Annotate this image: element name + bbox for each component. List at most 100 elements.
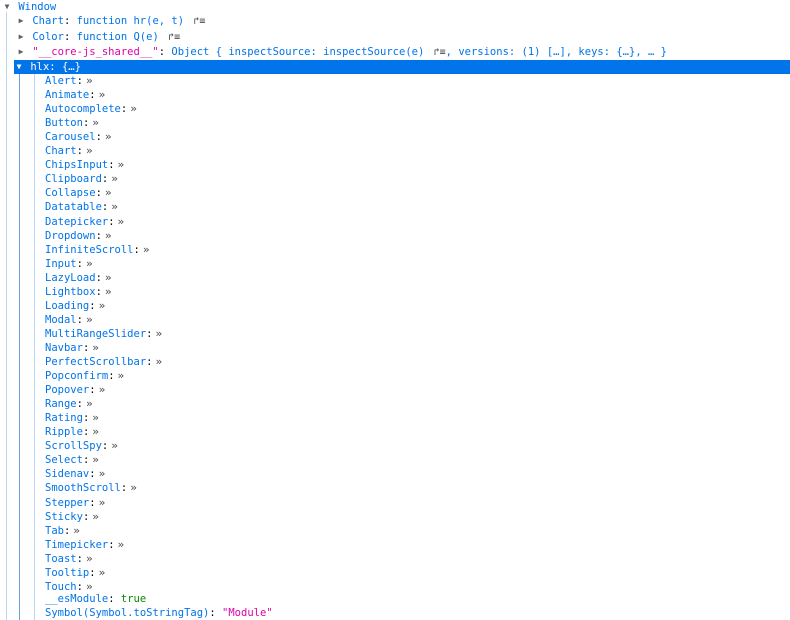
expanded-arrow-icon[interactable]: ▼ bbox=[14, 60, 24, 74]
jump-to-definition-icon[interactable]: ↱≡ bbox=[434, 46, 446, 60]
invoke-getter-icon[interactable]: » bbox=[99, 299, 105, 313]
tree-row-child[interactable]: ScrollSpy:» bbox=[45, 439, 118, 453]
invoke-getter-icon[interactable]: » bbox=[92, 116, 98, 130]
invoke-getter-icon[interactable]: » bbox=[86, 144, 92, 158]
property-value: true bbox=[120, 593, 147, 605]
tree-row-child[interactable]: Toast:» bbox=[45, 552, 92, 566]
invoke-getter-icon[interactable]: » bbox=[99, 383, 105, 397]
invoke-getter-icon[interactable]: » bbox=[86, 552, 92, 566]
tree-row-child[interactable]: Ripple:» bbox=[45, 425, 99, 439]
invoke-getter-icon[interactable]: » bbox=[92, 425, 98, 439]
tree-row-child[interactable]: Button:» bbox=[45, 116, 99, 130]
invoke-getter-icon[interactable]: » bbox=[105, 130, 111, 144]
invoke-getter-icon[interactable]: » bbox=[86, 313, 92, 327]
tree-row-child[interactable]: Dropdown:» bbox=[45, 229, 111, 243]
tree-row-child[interactable]: Stepper:» bbox=[45, 496, 105, 510]
invoke-getter-icon[interactable]: » bbox=[86, 397, 92, 411]
invoke-getter-icon[interactable]: » bbox=[86, 257, 92, 271]
separator: : bbox=[108, 215, 115, 228]
tree-row-child[interactable]: Select:» bbox=[45, 453, 99, 467]
property-key: Sidenav bbox=[45, 468, 90, 481]
invoke-getter-icon[interactable]: » bbox=[130, 102, 136, 116]
separator: : bbox=[76, 145, 83, 158]
invoke-getter-icon[interactable]: » bbox=[111, 439, 117, 453]
tree-row-child[interactable]: Alert:» bbox=[45, 74, 92, 88]
tree-row-child[interactable]: Tab:» bbox=[45, 524, 80, 538]
invoke-getter-icon[interactable]: » bbox=[105, 285, 111, 299]
invoke-getter-icon[interactable]: » bbox=[92, 510, 98, 524]
separator: : bbox=[133, 243, 140, 256]
tree-row-child[interactable]: Navbar:» bbox=[45, 341, 99, 355]
tree-row-child[interactable]: Loading:» bbox=[45, 299, 105, 313]
separator: : bbox=[76, 75, 83, 87]
tree-row-child[interactable]: Collapse:» bbox=[45, 186, 111, 200]
invoke-getter-icon[interactable]: » bbox=[130, 481, 136, 495]
invoke-getter-icon[interactable]: » bbox=[155, 355, 161, 369]
tree-row-child[interactable]: Carousel:» bbox=[45, 130, 111, 144]
tree-row-child[interactable]: Popover:» bbox=[45, 383, 105, 397]
tree-row-child[interactable]: MultiRangeSlider:» bbox=[45, 327, 162, 341]
tree-row-core-js-shared[interactable]: ▶ "__core-js_shared__": Object { inspect… bbox=[16, 45, 667, 59]
invoke-getter-icon[interactable]: » bbox=[143, 243, 149, 257]
tree-row-child[interactable]: Sidenav:» bbox=[45, 467, 105, 481]
invoke-getter-icon[interactable]: » bbox=[73, 524, 79, 538]
invoke-getter-icon[interactable]: » bbox=[86, 74, 92, 88]
tree-row-child[interactable]: Input:» bbox=[45, 257, 92, 271]
invoke-getter-icon[interactable]: » bbox=[92, 341, 98, 355]
invoke-getter-icon[interactable]: » bbox=[99, 496, 105, 510]
property-key: Dropdown bbox=[45, 229, 96, 242]
invoke-getter-icon[interactable]: » bbox=[99, 566, 105, 580]
invoke-getter-icon[interactable]: » bbox=[92, 453, 98, 467]
property-key: Select bbox=[45, 454, 83, 467]
tree-row-child[interactable]: Animate:» bbox=[45, 88, 105, 102]
invoke-getter-icon[interactable]: » bbox=[92, 411, 98, 425]
tree-row-symbol-tostringtag[interactable]: Symbol(Symbol.toStringTag): "Module" bbox=[45, 606, 273, 620]
invoke-getter-icon[interactable]: » bbox=[118, 369, 124, 383]
invoke-getter-icon[interactable]: » bbox=[111, 200, 117, 214]
tree-row-child[interactable]: ChipsInput:» bbox=[45, 158, 124, 172]
property-value: function hr(e, t) bbox=[76, 15, 185, 27]
tree-row-child[interactable]: Rating:» bbox=[45, 411, 99, 425]
tree-row-child[interactable]: Autocomplete:» bbox=[45, 102, 137, 116]
invoke-getter-icon[interactable]: » bbox=[105, 186, 111, 200]
invoke-getter-icon[interactable]: » bbox=[118, 215, 124, 229]
expanded-arrow-icon[interactable]: ▼ bbox=[2, 0, 12, 14]
tree-row-child[interactable]: Sticky:» bbox=[45, 510, 99, 524]
tree-row-child[interactable]: LazyLoad:» bbox=[45, 271, 111, 285]
invoke-getter-icon[interactable]: » bbox=[155, 327, 161, 341]
collapsed-arrow-icon[interactable]: ▶ bbox=[16, 45, 26, 59]
invoke-getter-icon[interactable]: » bbox=[111, 172, 117, 186]
separator: : bbox=[108, 593, 121, 605]
property-key: Tooltip bbox=[45, 566, 90, 579]
invoke-getter-icon[interactable]: » bbox=[99, 88, 105, 102]
tree-row-child[interactable]: PerfectScrollbar:» bbox=[45, 355, 162, 369]
tree-row-child[interactable]: Lightbox:» bbox=[45, 285, 111, 299]
tree-row-child[interactable]: InfiniteScroll:» bbox=[45, 243, 149, 257]
tree-row-child[interactable]: Chart:» bbox=[45, 144, 92, 158]
jump-to-definition-icon[interactable]: ↱≡ bbox=[168, 31, 180, 45]
separator: : bbox=[89, 299, 96, 312]
invoke-getter-icon[interactable]: » bbox=[105, 229, 111, 243]
invoke-getter-icon[interactable]: » bbox=[105, 271, 111, 285]
tree-row-chart[interactable]: ▶ Chart: function hr(e, t) ↱≡ bbox=[16, 14, 206, 29]
tree-row-child[interactable]: Popconfirm:» bbox=[45, 369, 124, 383]
tree-row-color[interactable]: ▶ Color: function Q(e) ↱≡ bbox=[16, 30, 181, 45]
tree-row-child[interactable]: Range:» bbox=[45, 397, 92, 411]
collapsed-arrow-icon[interactable]: ▶ bbox=[16, 14, 26, 28]
tree-row-child[interactable]: SmoothScroll:» bbox=[45, 481, 137, 495]
collapsed-arrow-icon[interactable]: ▶ bbox=[16, 30, 26, 44]
tree-row-child[interactable]: Datepicker:» bbox=[45, 215, 124, 229]
tree-row-child[interactable]: Clipboard:» bbox=[45, 172, 118, 186]
tree-row-child[interactable]: Timepicker:» bbox=[45, 538, 124, 552]
tree-row-child[interactable]: Datatable:» bbox=[45, 200, 118, 214]
tree-row-esmodule[interactable]: __esModule: true bbox=[45, 592, 146, 606]
tree-row-child[interactable]: Modal:» bbox=[45, 313, 92, 327]
jump-to-definition-icon[interactable]: ↱≡ bbox=[193, 15, 205, 29]
tree-row-child[interactable]: Tooltip:» bbox=[45, 566, 105, 580]
invoke-getter-icon[interactable]: » bbox=[118, 158, 124, 172]
tree-row-hlx[interactable]: ▼ hlx: {…} bbox=[14, 60, 790, 74]
invoke-getter-icon[interactable]: » bbox=[118, 538, 124, 552]
property-key: Autocomplete bbox=[45, 103, 121, 116]
invoke-getter-icon[interactable]: » bbox=[99, 467, 105, 481]
tree-row-window[interactable]: ▼ Window bbox=[2, 0, 57, 14]
